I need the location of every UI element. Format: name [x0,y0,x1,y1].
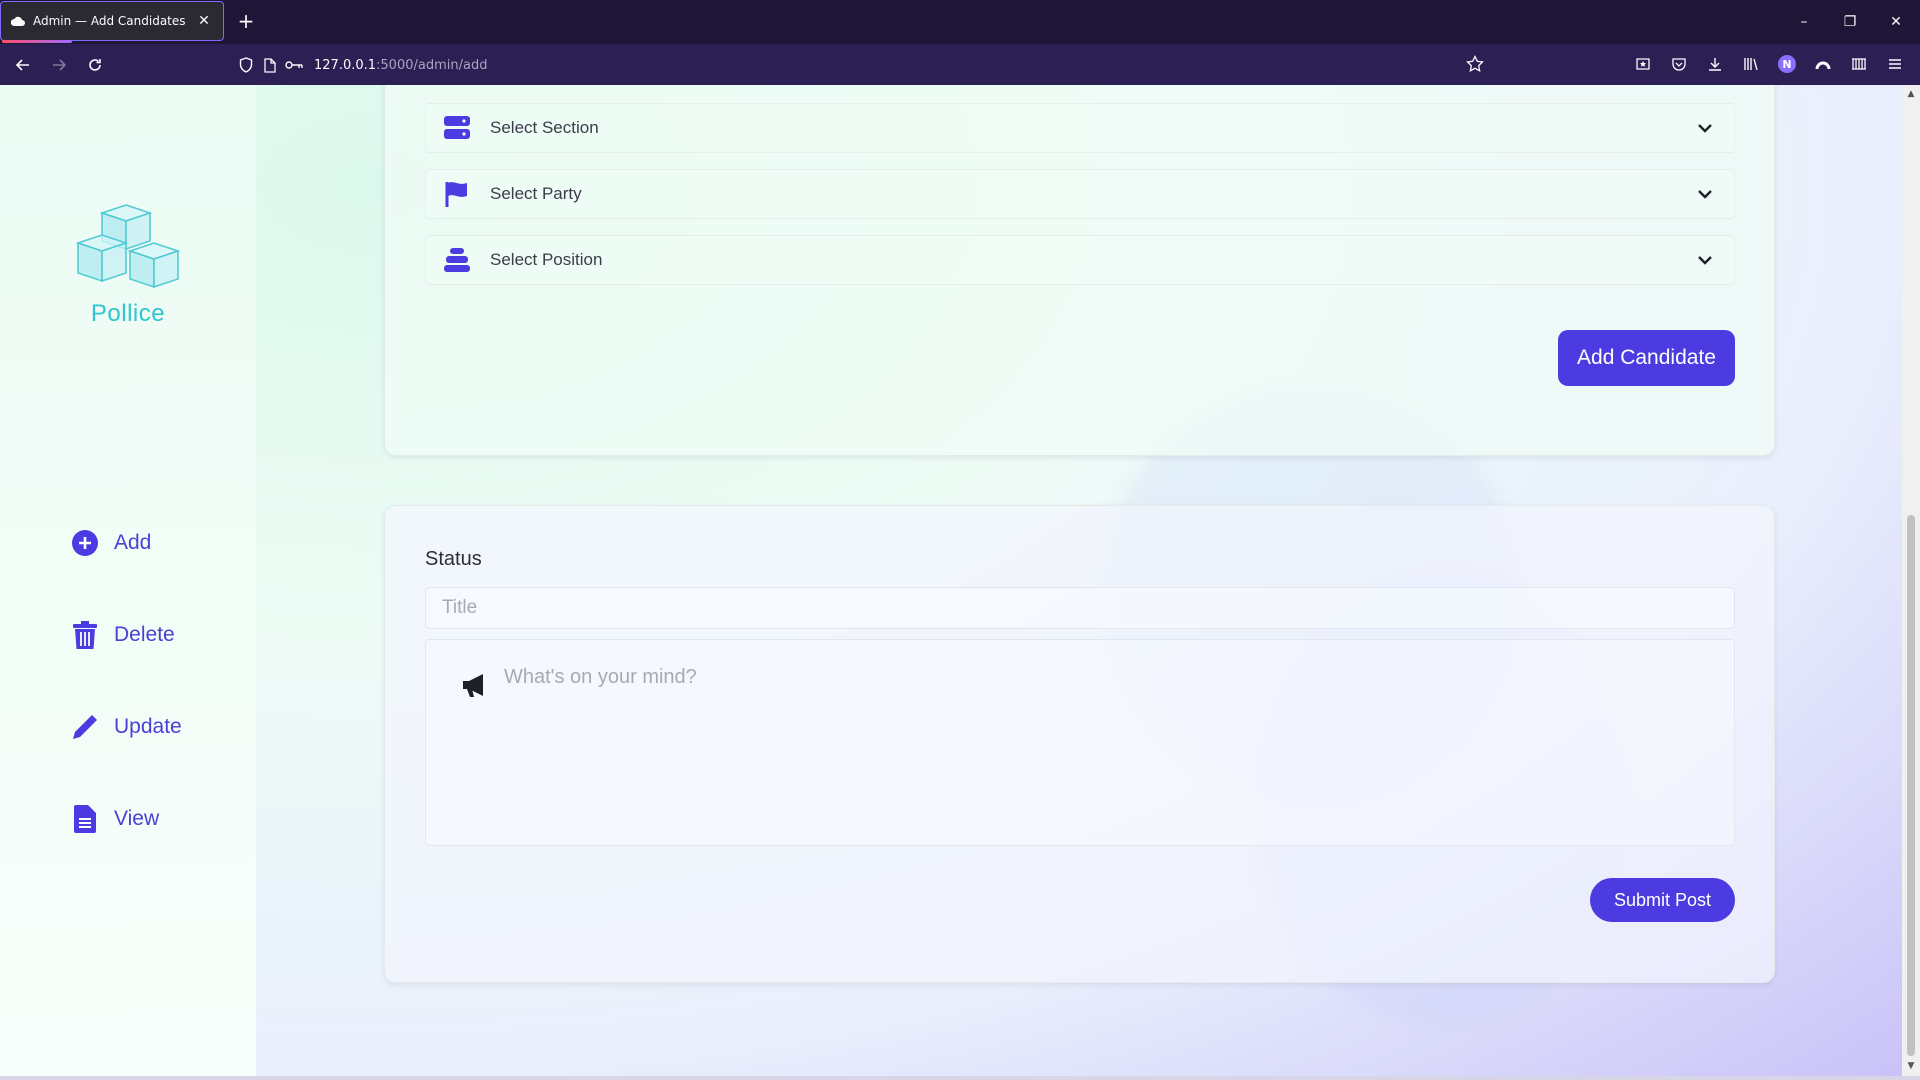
post-box[interactable] [425,639,1735,846]
sidebar-item-delete[interactable]: Delete [70,617,175,653]
section-select[interactable]: Select Section [425,103,1735,153]
sidebar-item-view[interactable]: View [70,801,159,837]
reload-button[interactable] [80,50,110,80]
status-heading: Status [425,548,482,570]
close-window-button[interactable]: ✕ [1873,0,1919,44]
sidebar-item-add[interactable]: Add [70,525,151,561]
extension-arc-icon[interactable] [1809,50,1837,78]
arrow-right-icon [53,59,67,71]
add-candidate-button[interactable]: Add Candidate [1558,330,1735,386]
extension-grid-icon[interactable] [1845,50,1873,78]
chevron-down-icon [1694,183,1716,205]
chevron-down-icon [1694,249,1716,271]
pencil-icon [70,712,100,742]
chevron-down-icon [1694,117,1716,139]
page-viewport: Pollice Add Delete Update View Select Se… [0,85,1902,1076]
url-text: 127.0.0.1:5000/admin/add [314,57,488,73]
browser-navbar: 127.0.0.1:5000/admin/add N [0,44,1920,85]
plus-circle-icon [70,528,100,558]
library-icon[interactable] [1737,50,1765,78]
position-select[interactable]: Select Position [425,235,1735,285]
sidebar-item-label: Delete [114,623,175,646]
file-icon [70,804,100,834]
add-candidate-card: Select Section Select Party Select Posit… [384,85,1775,456]
arrow-left-icon [15,59,29,71]
restore-button[interactable]: ❐ [1827,0,1873,44]
tab-close-icon[interactable]: ✕ [195,12,213,30]
url-bar[interactable]: 127.0.0.1:5000/admin/add [232,49,1496,81]
sidebar: Pollice Add Delete Update View [0,85,256,1076]
brand-name: Pollice [90,300,166,327]
page-scrollbar[interactable]: ▲ ▼ [1902,85,1920,1076]
section-select-value: Select Section [490,118,599,137]
trash-icon [70,620,100,650]
page-icon[interactable] [260,55,280,75]
sidebar-item-label: Update [114,715,182,738]
new-tab-button[interactable]: + [236,10,256,34]
browser-tabstrip: Admin — Add Candidates ✕ + – ❐ ✕ [0,0,1920,44]
cloud-favicon-icon [11,14,25,28]
window-bottom-edge [0,1076,1920,1080]
bookmark-star-icon[interactable] [1466,54,1484,77]
tab-title: Admin — Add Candidates [33,14,186,28]
forward-button[interactable] [44,50,74,80]
sidebar-item-update[interactable]: Update [70,709,182,745]
profile-avatar-icon[interactable]: N [1773,50,1801,78]
back-button[interactable] [8,50,38,80]
menu-hamburger-icon[interactable] [1881,50,1909,78]
cubes-logo-icon [74,201,182,297]
sidebar-item-label: View [114,807,160,830]
megaphone-icon [460,670,490,700]
pocket-star-icon[interactable] [1629,50,1657,78]
pocket-icon[interactable] [1665,50,1693,78]
party-select-value: Select Party [490,184,582,203]
party-select[interactable]: Select Party [425,169,1735,219]
title-input[interactable] [425,587,1735,629]
flag-icon [444,181,470,207]
sidebar-item-label: Add [114,531,152,554]
scroll-down-icon[interactable]: ▼ [1906,1061,1916,1071]
scroll-up-icon[interactable]: ▲ [1906,89,1916,99]
shield-icon[interactable] [236,55,256,75]
status-post-card: Status Submit Post [384,505,1775,983]
post-textarea[interactable] [504,666,1704,826]
tab-loading-accent [2,40,72,43]
layer-stack-icon [444,247,470,273]
position-select-value: Select Position [490,250,603,269]
reload-icon [89,59,101,71]
minimize-button[interactable]: – [1781,0,1827,44]
submit-post-button[interactable]: Submit Post [1590,878,1735,922]
browser-tab-active[interactable]: Admin — Add Candidates ✕ [0,1,224,41]
scrollbar-thumb[interactable] [1907,515,1915,1056]
key-icon[interactable] [284,55,304,75]
server-icon [444,115,470,141]
download-icon[interactable] [1701,50,1729,78]
